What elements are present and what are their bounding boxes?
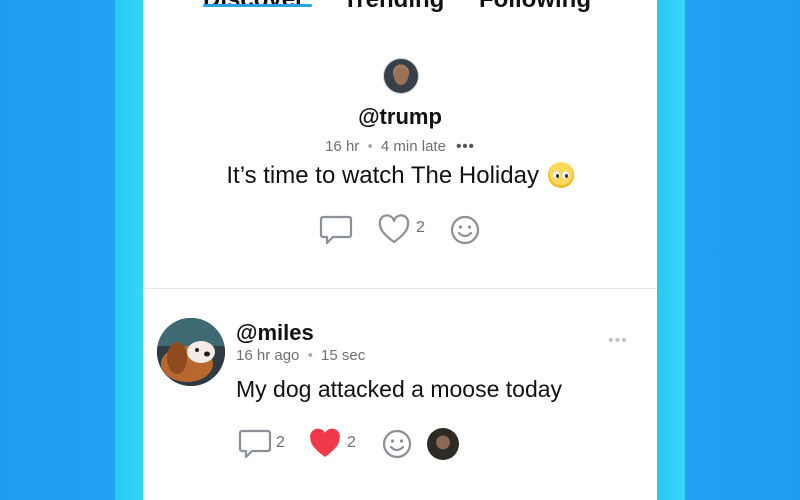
post-meta: 16 hr • 4 min late ••• xyxy=(143,138,657,155)
dog-photo xyxy=(157,318,225,386)
post-actions: 2 xyxy=(143,214,657,246)
post-username[interactable]: @miles xyxy=(236,320,314,346)
post-delay: 4 min late xyxy=(380,138,446,155)
tab-trending[interactable]: Trending xyxy=(343,0,444,14)
like-count: 2 xyxy=(416,219,425,236)
tab-discover[interactable]: Discover xyxy=(203,0,304,14)
post-meta: 16 hr ago • 15 sec xyxy=(236,347,365,364)
left-accent-strip xyxy=(115,0,143,500)
featured-post: @trump 16 hr • 4 min late ••• It’s time … xyxy=(143,58,657,288)
post-duration: 15 sec xyxy=(321,347,366,364)
post-divider xyxy=(143,288,657,289)
heart-filled-icon[interactable] xyxy=(308,428,342,460)
comment-icon[interactable] xyxy=(238,428,272,460)
post-time: 16 hr ago xyxy=(236,347,300,364)
tab-following[interactable]: Following xyxy=(479,0,591,14)
pleading-face-icon xyxy=(547,162,574,188)
post-username[interactable]: @trump xyxy=(143,104,657,130)
like-count: 2 xyxy=(347,434,356,451)
add-reaction-icon[interactable] xyxy=(448,214,482,246)
active-tab-indicator xyxy=(203,4,312,7)
right-accent-strip xyxy=(657,0,685,500)
avatar[interactable] xyxy=(157,318,225,386)
meta-separator: • xyxy=(367,138,373,155)
avatar[interactable] xyxy=(383,58,419,94)
post-text: It’s time to watch The Holiday xyxy=(143,162,657,190)
comment-count: 2 xyxy=(276,434,285,451)
comment-icon[interactable] xyxy=(319,214,353,246)
post-text: My dog attacked a moose today xyxy=(236,376,563,402)
add-reaction-icon[interactable] xyxy=(380,428,414,460)
feed-post: @miles 16 hr ago • 15 sec ••• My dog att… xyxy=(143,300,657,500)
heart-icon[interactable] xyxy=(377,214,411,246)
meta-separator: • xyxy=(307,347,313,364)
feed-panel: Discover Trending Following @trump 16 hr… xyxy=(143,0,657,500)
more-options-button[interactable]: ••• xyxy=(608,332,628,350)
post-actions: 2 2 xyxy=(236,426,656,462)
more-options-button[interactable]: ••• xyxy=(456,138,475,155)
feed-tabs: Discover Trending Following xyxy=(143,0,657,26)
reactor-avatar[interactable] xyxy=(427,428,459,460)
post-time: 16 hr xyxy=(325,138,360,155)
post-body: It’s time to watch The Holiday xyxy=(226,162,539,189)
